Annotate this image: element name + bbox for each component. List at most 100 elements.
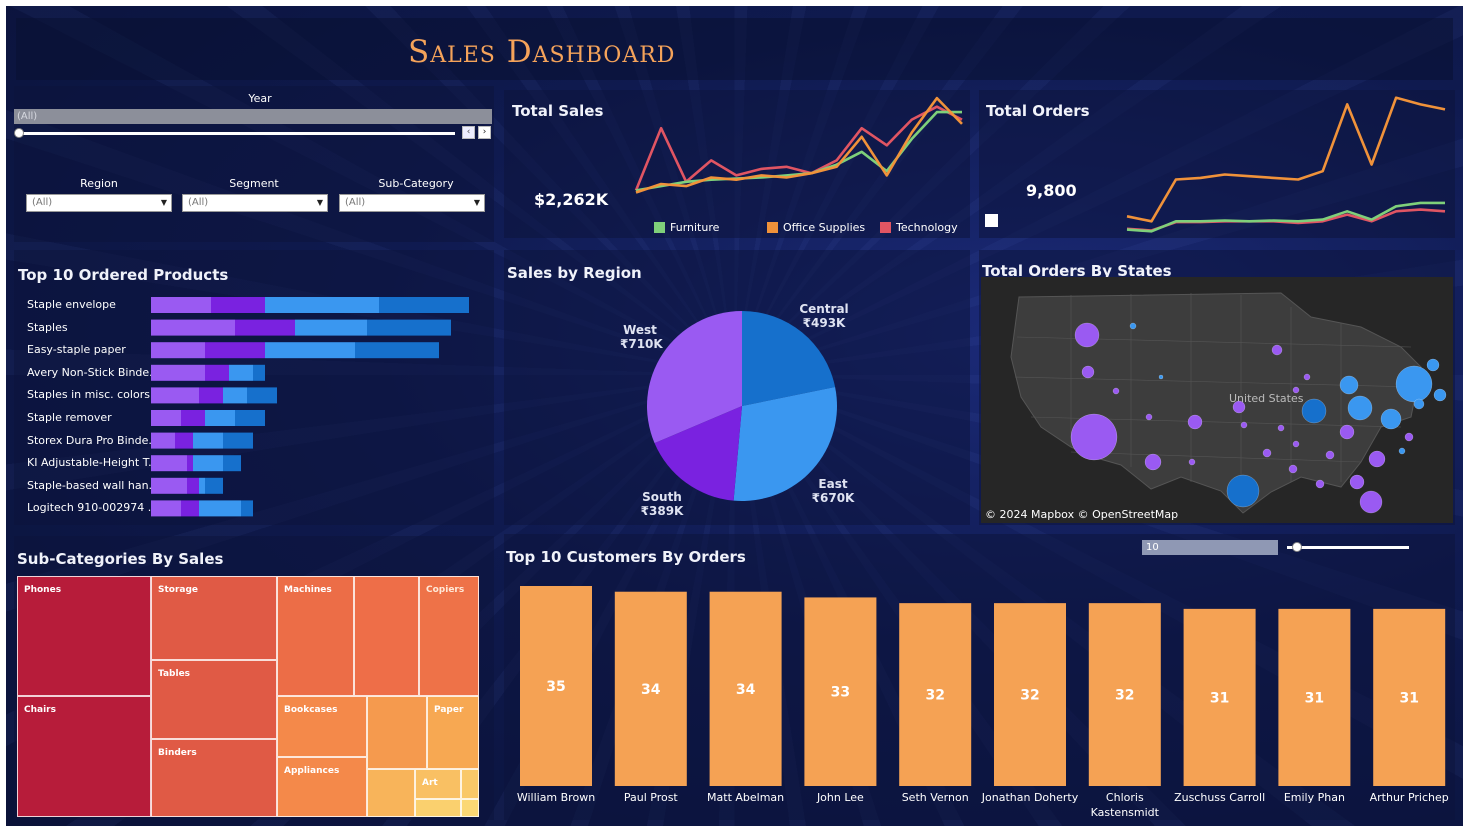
product-bar-segment[interactable] xyxy=(205,364,229,381)
state-bubble[interactable] xyxy=(1226,474,1260,508)
product-bar-segment[interactable] xyxy=(223,432,253,449)
product-bar-segment[interactable] xyxy=(151,364,205,381)
year-value-box[interactable]: (All) xyxy=(14,109,492,124)
product-bar-segment[interactable] xyxy=(223,387,247,404)
product-bar-segment[interactable] xyxy=(181,410,205,426)
treemap-cell-copiers[interactable]: Copiers xyxy=(419,576,479,696)
product-bar-segment[interactable] xyxy=(187,455,193,472)
segment-select[interactable]: (All) ▼ xyxy=(182,194,328,212)
state-bubble[interactable] xyxy=(1292,440,1300,448)
state-bubble[interactable] xyxy=(1188,458,1196,466)
product-bar-segment[interactable] xyxy=(205,342,265,359)
treemap-cell-binders[interactable]: Binders xyxy=(151,739,277,817)
product-bar-segment[interactable] xyxy=(247,387,277,404)
product-bar-segment[interactable] xyxy=(199,387,223,404)
state-bubble[interactable] xyxy=(1129,322,1137,330)
year-slider-handle[interactable] xyxy=(14,128,24,138)
product-bar-segment[interactable] xyxy=(181,500,199,517)
product-bar-segment[interactable] xyxy=(205,477,223,494)
product-bar-segment[interactable] xyxy=(175,432,193,449)
treemap-cell-appliances[interactable]: Appliances xyxy=(277,757,367,817)
region-select[interactable]: (All) ▼ xyxy=(26,194,172,212)
state-bubble[interactable] xyxy=(1380,408,1402,430)
product-bar-segment[interactable] xyxy=(151,477,187,494)
state-bubble[interactable] xyxy=(1081,365,1095,379)
treemap-cell-labels[interactable] xyxy=(415,799,461,817)
state-bubble[interactable] xyxy=(1426,358,1440,372)
product-bar-segment[interactable] xyxy=(151,432,175,449)
product-bar-segment[interactable] xyxy=(265,297,379,313)
year-slider-track[interactable] xyxy=(20,132,455,135)
state-bubble[interactable] xyxy=(1240,421,1248,429)
product-bar-segment[interactable] xyxy=(199,500,241,517)
state-bubble[interactable] xyxy=(1347,395,1373,421)
state-bubble[interactable] xyxy=(1158,374,1164,380)
state-bubble[interactable] xyxy=(1112,387,1120,395)
treemap-cell-art[interactable]: Art xyxy=(415,769,461,799)
state-bubble[interactable] xyxy=(1339,424,1355,440)
treemap-cell-paper[interactable]: Paper xyxy=(427,696,479,769)
product-bar-segment[interactable] xyxy=(151,500,181,517)
product-bar-segment[interactable] xyxy=(367,319,451,336)
product-bar-segment[interactable] xyxy=(229,364,253,381)
product-bar-segment[interactable] xyxy=(151,410,181,426)
treemap-cell-bookcases[interactable]: Bookcases xyxy=(277,696,367,757)
product-bar-segment[interactable] xyxy=(295,319,367,336)
map-credit[interactable]: © 2024 Mapbox © OpenStreetMap xyxy=(985,508,1178,521)
product-bar-segment[interactable] xyxy=(193,455,223,472)
product-bar-segment[interactable] xyxy=(253,364,265,381)
state-bubble[interactable] xyxy=(1271,344,1283,356)
treemap-cell-tables[interactable]: Tables xyxy=(151,660,277,739)
state-bubble[interactable] xyxy=(1277,424,1285,432)
year-next-button[interactable]: › xyxy=(478,126,491,139)
orders-legend-swatch[interactable] xyxy=(985,214,998,227)
product-bar-segment[interactable] xyxy=(193,432,223,449)
product-bar-segment[interactable] xyxy=(235,410,265,426)
product-bar-segment[interactable] xyxy=(211,297,265,313)
state-bubble[interactable] xyxy=(1398,447,1406,455)
product-bar-segment[interactable] xyxy=(151,387,199,404)
state-bubble[interactable] xyxy=(1187,414,1203,430)
state-bubble[interactable] xyxy=(1413,398,1425,410)
treemap-cell-accessories[interactable] xyxy=(354,576,419,696)
product-bar-segment[interactable] xyxy=(379,297,469,313)
product-bar-segment[interactable] xyxy=(355,342,439,359)
product-bar-segment[interactable] xyxy=(241,500,253,517)
product-bar-segment[interactable] xyxy=(151,297,211,313)
product-bar-segment[interactable] xyxy=(205,410,235,426)
state-bubble[interactable] xyxy=(1315,479,1325,489)
state-bubble[interactable] xyxy=(1262,448,1272,458)
state-bubble[interactable] xyxy=(1301,398,1327,424)
state-bubble[interactable] xyxy=(1349,474,1365,490)
product-bar-segment[interactable] xyxy=(151,342,205,359)
state-bubble[interactable] xyxy=(1145,413,1153,421)
treemap-cell-supplies[interactable] xyxy=(461,769,479,799)
state-bubble[interactable] xyxy=(1339,375,1359,395)
treemap-cell-phones[interactable]: Phones xyxy=(17,576,151,696)
state-bubble[interactable] xyxy=(1144,453,1162,471)
state-bubble[interactable] xyxy=(1074,322,1100,348)
state-bubble[interactable] xyxy=(1325,450,1335,460)
treemap-cell-chairs[interactable]: Chairs xyxy=(17,696,151,817)
state-bubble[interactable] xyxy=(1232,400,1246,414)
state-bubble[interactable] xyxy=(1288,464,1298,474)
state-bubble[interactable] xyxy=(1303,373,1311,381)
product-bar-segment[interactable] xyxy=(199,477,205,494)
year-prev-button[interactable]: ‹ xyxy=(462,126,475,139)
product-bar-segment[interactable] xyxy=(235,319,295,336)
state-bubble[interactable] xyxy=(1070,413,1118,461)
treemap-cell-envelopes[interactable] xyxy=(367,769,415,817)
treemap-cell-furnishings[interactable] xyxy=(367,696,427,769)
state-bubble[interactable] xyxy=(1292,386,1300,394)
treemap-cell-fasteners[interactable] xyxy=(461,799,479,817)
state-bubble[interactable] xyxy=(1433,388,1447,402)
product-bar-segment[interactable] xyxy=(223,455,241,472)
subcategory-select[interactable]: (All) ▼ xyxy=(339,194,485,212)
state-bubble[interactable] xyxy=(1395,365,1433,403)
product-bar-segment[interactable] xyxy=(151,455,187,472)
us-map[interactable]: United States © 2024 Mapbox © OpenStreet… xyxy=(981,277,1453,523)
product-bar-segment[interactable] xyxy=(187,477,199,494)
state-bubble[interactable] xyxy=(1368,450,1386,468)
product-bar-segment[interactable] xyxy=(151,319,235,336)
product-bar-segment[interactable] xyxy=(265,342,355,359)
